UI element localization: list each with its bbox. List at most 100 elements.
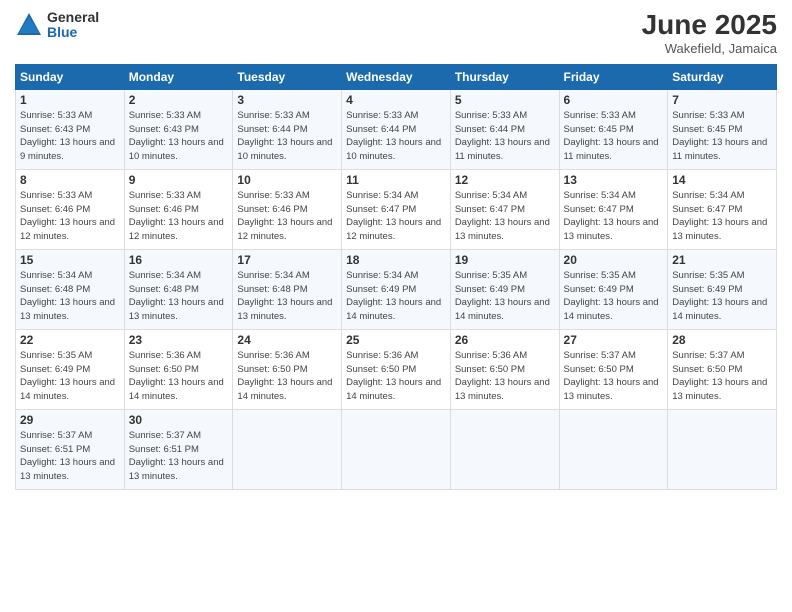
cell-text-4: Sunrise: 5:33 AMSunset: 6:44 PMDaylight:… [346,110,441,162]
cell-text-24: Sunrise: 5:36 AMSunset: 6:50 PMDaylight:… [237,350,332,402]
col-monday: Monday [124,64,233,89]
logo-text: General Blue [47,10,99,41]
cell-24: 24 Sunrise: 5:36 AMSunset: 6:50 PMDaylig… [233,329,342,409]
cell-12: 12 Sunrise: 5:34 AMSunset: 6:47 PMDaylig… [450,169,559,249]
day-num-27: 27 [564,333,664,347]
header-row: Sunday Monday Tuesday Wednesday Thursday… [16,64,777,89]
cell-3: 3 Sunrise: 5:33 AMSunset: 6:44 PMDayligh… [233,89,342,169]
day-num-2: 2 [129,93,229,107]
cell-19: 19 Sunrise: 5:35 AMSunset: 6:49 PMDaylig… [450,249,559,329]
week-1: 1 Sunrise: 5:33 AMSunset: 6:43 PMDayligh… [16,89,777,169]
cell-16: 16 Sunrise: 5:34 AMSunset: 6:48 PMDaylig… [124,249,233,329]
day-num-29: 29 [20,413,120,427]
month-title: June 2025 [642,10,777,41]
cell-text-3: Sunrise: 5:33 AMSunset: 6:44 PMDaylight:… [237,110,332,162]
cell-29: 29 Sunrise: 5:37 AMSunset: 6:51 PMDaylig… [16,409,125,489]
cell-13: 13 Sunrise: 5:34 AMSunset: 6:47 PMDaylig… [559,169,668,249]
title-section: June 2025 Wakefield, Jamaica [642,10,777,56]
day-num-22: 22 [20,333,120,347]
cell-empty-5 [668,409,777,489]
calendar-table: Sunday Monday Tuesday Wednesday Thursday… [15,64,777,490]
day-num-20: 20 [564,253,664,267]
cell-7: 7 Sunrise: 5:33 AMSunset: 6:45 PMDayligh… [668,89,777,169]
col-thursday: Thursday [450,64,559,89]
day-num-7: 7 [672,93,772,107]
day-num-28: 28 [672,333,772,347]
cell-empty-4 [559,409,668,489]
logo-icon [15,11,43,39]
location: Wakefield, Jamaica [642,41,777,56]
cell-10: 10 Sunrise: 5:33 AMSunset: 6:46 PMDaylig… [233,169,342,249]
cell-11: 11 Sunrise: 5:34 AMSunset: 6:47 PMDaylig… [342,169,451,249]
day-num-9: 9 [129,173,229,187]
week-5: 29 Sunrise: 5:37 AMSunset: 6:51 PMDaylig… [16,409,777,489]
cell-25: 25 Sunrise: 5:36 AMSunset: 6:50 PMDaylig… [342,329,451,409]
day-num-6: 6 [564,93,664,107]
col-saturday: Saturday [668,64,777,89]
page: General Blue June 2025 Wakefield, Jamaic… [0,0,792,612]
header: General Blue June 2025 Wakefield, Jamaic… [15,10,777,56]
cell-text-22: Sunrise: 5:35 AMSunset: 6:49 PMDaylight:… [20,350,115,402]
logo-general-text: General [47,10,99,25]
cell-14: 14 Sunrise: 5:34 AMSunset: 6:47 PMDaylig… [668,169,777,249]
cell-26: 26 Sunrise: 5:36 AMSunset: 6:50 PMDaylig… [450,329,559,409]
week-2: 8 Sunrise: 5:33 AMSunset: 6:46 PMDayligh… [16,169,777,249]
cell-5: 5 Sunrise: 5:33 AMSunset: 6:44 PMDayligh… [450,89,559,169]
cell-text-25: Sunrise: 5:36 AMSunset: 6:50 PMDaylight:… [346,350,441,402]
day-num-4: 4 [346,93,446,107]
col-sunday: Sunday [16,64,125,89]
cell-text-10: Sunrise: 5:33 AMSunset: 6:46 PMDaylight:… [237,190,332,242]
day-num-16: 16 [129,253,229,267]
cell-text-23: Sunrise: 5:36 AMSunset: 6:50 PMDaylight:… [129,350,224,402]
day-num-25: 25 [346,333,446,347]
cell-17: 17 Sunrise: 5:34 AMSunset: 6:48 PMDaylig… [233,249,342,329]
day-num-1: 1 [20,93,120,107]
day-num-3: 3 [237,93,337,107]
day-num-21: 21 [672,253,772,267]
day-num-17: 17 [237,253,337,267]
cell-23: 23 Sunrise: 5:36 AMSunset: 6:50 PMDaylig… [124,329,233,409]
cell-8: 8 Sunrise: 5:33 AMSunset: 6:46 PMDayligh… [16,169,125,249]
cell-text-14: Sunrise: 5:34 AMSunset: 6:47 PMDaylight:… [672,190,767,242]
day-num-5: 5 [455,93,555,107]
cell-text-20: Sunrise: 5:35 AMSunset: 6:49 PMDaylight:… [564,270,659,322]
cell-text-28: Sunrise: 5:37 AMSunset: 6:50 PMDaylight:… [672,350,767,402]
day-num-10: 10 [237,173,337,187]
cell-27: 27 Sunrise: 5:37 AMSunset: 6:50 PMDaylig… [559,329,668,409]
cell-22: 22 Sunrise: 5:35 AMSunset: 6:49 PMDaylig… [16,329,125,409]
day-num-26: 26 [455,333,555,347]
day-num-19: 19 [455,253,555,267]
cell-empty-3 [450,409,559,489]
col-friday: Friday [559,64,668,89]
cell-28: 28 Sunrise: 5:37 AMSunset: 6:50 PMDaylig… [668,329,777,409]
day-num-24: 24 [237,333,337,347]
cell-text-2: Sunrise: 5:33 AMSunset: 6:43 PMDaylight:… [129,110,224,162]
cell-text-29: Sunrise: 5:37 AMSunset: 6:51 PMDaylight:… [20,430,115,482]
day-num-14: 14 [672,173,772,187]
cell-text-8: Sunrise: 5:33 AMSunset: 6:46 PMDaylight:… [20,190,115,242]
cell-empty-2 [342,409,451,489]
cell-1: 1 Sunrise: 5:33 AMSunset: 6:43 PMDayligh… [16,89,125,169]
cell-text-11: Sunrise: 5:34 AMSunset: 6:47 PMDaylight:… [346,190,441,242]
cell-6: 6 Sunrise: 5:33 AMSunset: 6:45 PMDayligh… [559,89,668,169]
cell-text-17: Sunrise: 5:34 AMSunset: 6:48 PMDaylight:… [237,270,332,322]
cell-18: 18 Sunrise: 5:34 AMSunset: 6:49 PMDaylig… [342,249,451,329]
cell-text-26: Sunrise: 5:36 AMSunset: 6:50 PMDaylight:… [455,350,550,402]
cell-4: 4 Sunrise: 5:33 AMSunset: 6:44 PMDayligh… [342,89,451,169]
day-num-8: 8 [20,173,120,187]
week-4: 22 Sunrise: 5:35 AMSunset: 6:49 PMDaylig… [16,329,777,409]
cell-text-9: Sunrise: 5:33 AMSunset: 6:46 PMDaylight:… [129,190,224,242]
cell-text-16: Sunrise: 5:34 AMSunset: 6:48 PMDaylight:… [129,270,224,322]
cell-text-6: Sunrise: 5:33 AMSunset: 6:45 PMDaylight:… [564,110,659,162]
day-num-18: 18 [346,253,446,267]
cell-text-7: Sunrise: 5:33 AMSunset: 6:45 PMDaylight:… [672,110,767,162]
cell-21: 21 Sunrise: 5:35 AMSunset: 6:49 PMDaylig… [668,249,777,329]
cell-text-19: Sunrise: 5:35 AMSunset: 6:49 PMDaylight:… [455,270,550,322]
cell-text-27: Sunrise: 5:37 AMSunset: 6:50 PMDaylight:… [564,350,659,402]
cell-9: 9 Sunrise: 5:33 AMSunset: 6:46 PMDayligh… [124,169,233,249]
cell-text-15: Sunrise: 5:34 AMSunset: 6:48 PMDaylight:… [20,270,115,322]
cell-30: 30 Sunrise: 5:37 AMSunset: 6:51 PMDaylig… [124,409,233,489]
day-num-12: 12 [455,173,555,187]
cell-20: 20 Sunrise: 5:35 AMSunset: 6:49 PMDaylig… [559,249,668,329]
cell-text-18: Sunrise: 5:34 AMSunset: 6:49 PMDaylight:… [346,270,441,322]
